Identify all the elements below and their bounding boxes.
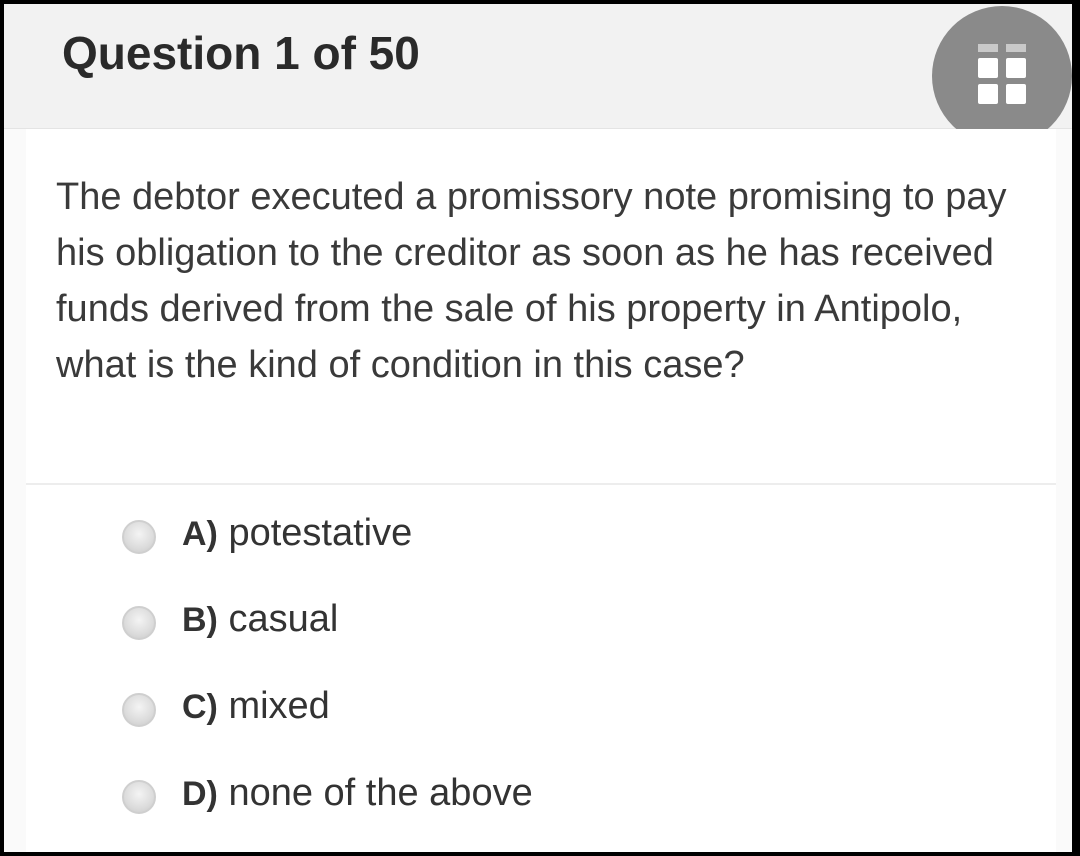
option-d[interactable]: D) none of the above — [122, 766, 822, 826]
grid-icon — [978, 44, 1026, 104]
answer-options: A) potestative B) casual C) mixed D) non… — [26, 485, 1056, 852]
option-d-label: D) none of the above — [182, 772, 533, 815]
option-letter: D) — [182, 775, 218, 813]
option-letter: C) — [182, 688, 218, 726]
option-text: mixed — [228, 685, 330, 727]
option-text: none of the above — [228, 772, 533, 814]
option-a[interactable]: A) potestative — [122, 506, 822, 566]
option-letter: A) — [182, 515, 218, 553]
screen: Question 1 of 50 The debtor executed a p… — [0, 0, 1080, 856]
option-c-label: C) mixed — [182, 685, 330, 728]
question-grid-button[interactable] — [932, 6, 1072, 146]
option-c[interactable]: C) mixed — [122, 679, 822, 739]
question-progress-title: Question 1 of 50 — [62, 27, 420, 79]
option-c-radio[interactable] — [122, 693, 156, 727]
option-b[interactable]: B) casual — [122, 592, 822, 652]
option-b-radio[interactable] — [122, 606, 156, 640]
quiz-card: Question 1 of 50 The debtor executed a p… — [4, 4, 1072, 852]
option-b-label: B) casual — [182, 598, 338, 641]
option-letter: B) — [182, 601, 218, 639]
option-a-label: A) potestative — [182, 512, 412, 555]
quiz-header: Question 1 of 50 — [4, 4, 1072, 129]
option-text: casual — [228, 598, 339, 640]
option-a-radio[interactable] — [122, 520, 156, 554]
option-text: potestative — [228, 512, 413, 554]
option-d-radio[interactable] — [122, 780, 156, 814]
question-text: The debtor executed a promissory note pr… — [56, 176, 1007, 386]
question-panel: The debtor executed a promissory note pr… — [26, 129, 1056, 485]
